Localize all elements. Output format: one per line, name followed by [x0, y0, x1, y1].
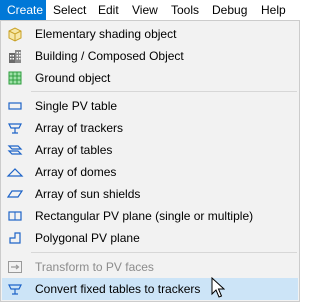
- menu-item-label: Convert fixed tables to trackers: [35, 282, 201, 296]
- sun-shield-icon: [6, 190, 24, 198]
- menu-item-label: Polygonal PV plane: [35, 231, 140, 245]
- menu-item-building-composed-object[interactable]: Building / Composed Object: [2, 45, 298, 67]
- transform-icon: [8, 261, 22, 273]
- cube-icon: [8, 27, 22, 42]
- menu-item-ground-object[interactable]: Ground object: [2, 67, 298, 89]
- menu-separator: [31, 91, 297, 92]
- menu-item-label: Array of sun shields: [35, 187, 141, 201]
- dome-icon: [6, 168, 24, 177]
- menu-item-label: Array of tables: [35, 143, 113, 157]
- menu-item-transform-to-pv-faces: Transform to PV faces: [2, 256, 298, 278]
- building-icon: [9, 50, 21, 63]
- menu-separator: [31, 252, 297, 253]
- menu-item-single-pv-table[interactable]: Single PV table: [2, 95, 298, 117]
- menu-item-label: Array of domes: [35, 165, 117, 179]
- tables-icon: [7, 145, 23, 155]
- menu-item-label: Single PV table: [35, 99, 118, 113]
- menu-item-label: Transform to PV faces: [35, 260, 154, 274]
- menu-item-array-of-tables[interactable]: Array of tables: [2, 139, 298, 161]
- menu-item-array-of-trackers[interactable]: Array of trackers: [2, 117, 298, 139]
- menu-item-array-of-sun-shields[interactable]: Array of sun shields: [2, 183, 298, 205]
- menu-select[interactable]: Select: [46, 0, 93, 20]
- menu-item-convert-fixed-tables-to-trackers[interactable]: Convert fixed tables to trackers: [2, 278, 298, 300]
- menu-create[interactable]: Create: [0, 0, 46, 20]
- menu-bar: Create Select Edit View Tools Debug Help: [0, 0, 300, 22]
- menu-item-label: Array of trackers: [35, 121, 124, 135]
- polygon-plane-icon: [9, 232, 21, 244]
- rect-plane-icon: [8, 211, 22, 221]
- menu-help[interactable]: Help: [254, 0, 293, 20]
- menu-item-elementary-shading-object[interactable]: Elementary shading object: [2, 23, 298, 45]
- menu-item-polygonal-pv-plane[interactable]: Polygonal PV plane: [2, 227, 298, 249]
- menu-item-label: Ground object: [35, 71, 111, 85]
- menu-item-label: Building / Composed Object: [35, 49, 184, 63]
- create-dropdown-menu: Elementary shading object Building / Com…: [0, 20, 300, 302]
- menu-edit[interactable]: Edit: [91, 0, 126, 20]
- menu-item-rectangular-pv-plane[interactable]: Rectangular PV plane (single or multiple…: [2, 205, 298, 227]
- tracker-icon: [8, 284, 22, 295]
- menu-tools[interactable]: Tools: [164, 0, 206, 20]
- mouse-cursor-icon: [211, 277, 225, 298]
- ground-grid-icon: [8, 71, 22, 85]
- menu-debug[interactable]: Debug: [205, 0, 254, 20]
- menu-item-label: Elementary shading object: [35, 27, 177, 41]
- pv-table-icon: [8, 102, 22, 110]
- menu-view[interactable]: View: [125, 0, 165, 20]
- tracker-icon: [8, 123, 22, 134]
- menu-item-array-of-domes[interactable]: Array of domes: [2, 161, 298, 183]
- menu-item-label: Rectangular PV plane (single or multiple…: [35, 209, 254, 223]
